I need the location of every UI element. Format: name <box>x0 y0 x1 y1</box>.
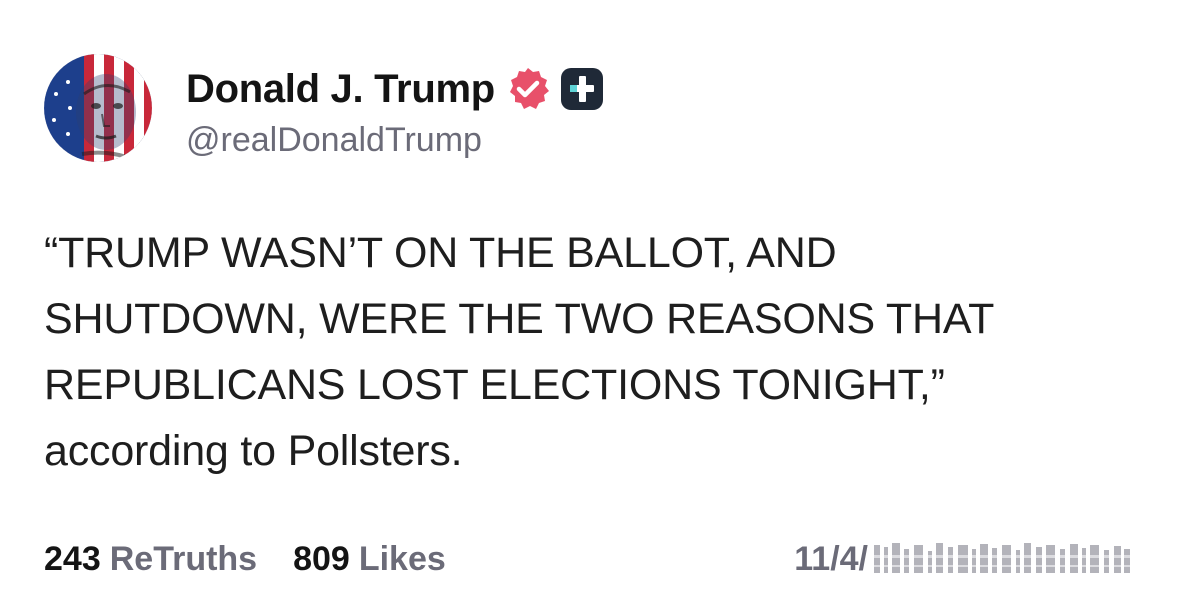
author-name-row: Donald J. Trump <box>186 66 605 112</box>
watermark-overlay <box>872 539 1134 579</box>
verified-check-icon <box>505 66 551 112</box>
author-display-name[interactable]: Donald J. Trump <box>186 67 495 112</box>
author-handle[interactable]: @realDonaldTrump <box>186 121 482 160</box>
truth-plus-icon <box>559 66 605 112</box>
retruths-label: ReTruths <box>109 539 258 578</box>
retruths-stat[interactable]: 243 ReTruths <box>44 540 257 579</box>
profile-avatar[interactable] <box>44 54 152 162</box>
post-text: “TRUMP WASN’T ON THE BALLOT, AND SHUTDOW… <box>44 220 1164 484</box>
post-text-line: REPUBLICANS LOST ELECTIONS TONIGHT,” <box>44 361 945 409</box>
likes-count: 809 <box>293 539 350 578</box>
post-timestamp[interactable]: 11/4/ <box>794 537 1134 581</box>
likes-label: Likes <box>358 539 446 578</box>
avatar-image <box>44 54 152 162</box>
post-text-line: SHUTDOWN, WERE THE TWO REASONS THAT <box>44 295 995 343</box>
likes-stat[interactable]: 809 Likes <box>293 540 446 579</box>
post-footer: 243 ReTruths 809 Likes 11/4/ <box>44 537 1174 581</box>
timestamp-text: 11/4/ <box>794 539 868 578</box>
post-text-line: “TRUMP WASN’T ON THE BALLOT, AND <box>44 229 837 277</box>
retruths-count: 243 <box>44 539 101 578</box>
post-text-line: according to Pollsters. <box>44 427 463 475</box>
truth-post: Donald J. Trump @realDonaldTrump “TRUMP … <box>0 0 1200 601</box>
